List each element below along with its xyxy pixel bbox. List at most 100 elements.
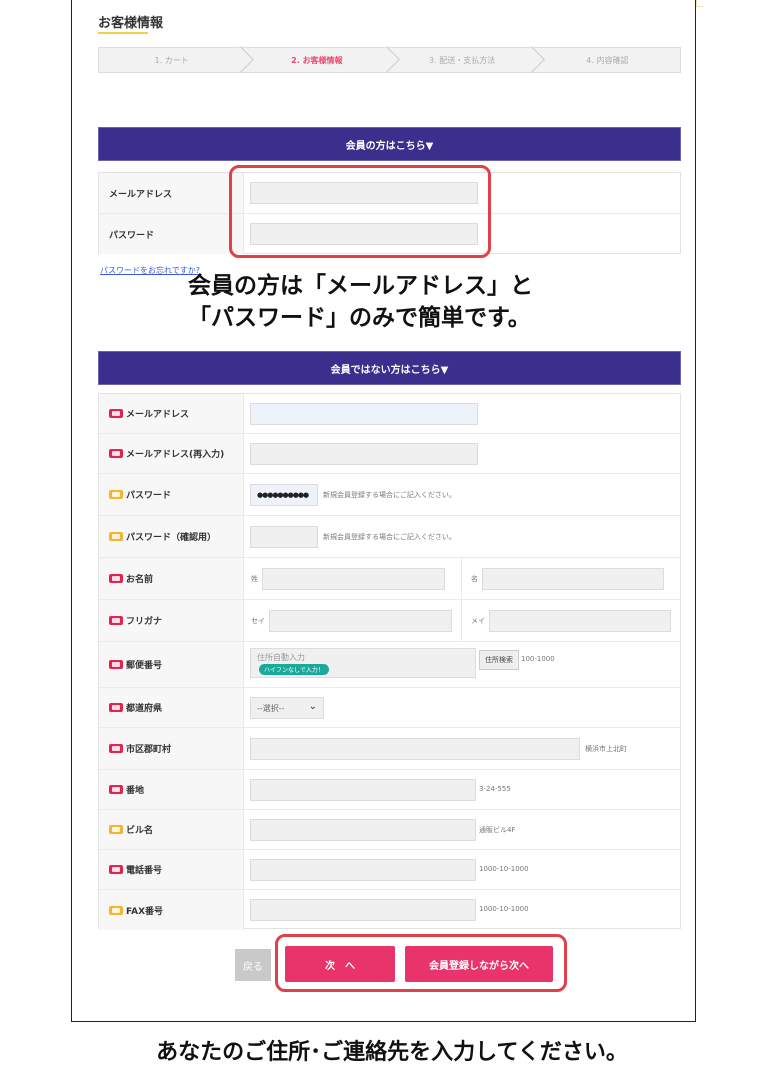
guest-building-label: ビル名: [99, 810, 244, 849]
guest-kana-label: フリガナ: [99, 600, 244, 641]
required-icon: [109, 449, 123, 458]
last-name-input[interactable]: [262, 568, 445, 590]
guest-prefecture-row: 都道府県 --選択-- ⌄: [99, 688, 680, 728]
guest-name-label: お名前: [99, 558, 244, 599]
guest-section-heading[interactable]: 会員ではない方はこちら▼: [98, 351, 681, 385]
city-value: 横浜市上北町: [585, 745, 627, 753]
step-label: 3. 配送・支払方法: [429, 55, 496, 65]
last-name-kana-input[interactable]: [269, 610, 452, 632]
row-label-text: パスワード（確認用）: [126, 533, 217, 543]
guest-password-confirm-label: パスワード（確認用）: [99, 516, 244, 557]
required-icon: [109, 744, 123, 753]
guest-email-label: メールアドレス: [99, 394, 244, 433]
optional-icon: [109, 532, 123, 541]
guest-prefecture-label: 都道府県: [99, 688, 244, 727]
first-name-label: 名: [471, 575, 478, 583]
bottom-caption: あなたのご住所･ご連絡先を入力してください。: [156, 1040, 628, 1065]
step-confirm: 4. 内容確認: [535, 48, 680, 72]
step-cart: 1. カート: [99, 46, 255, 73]
required-icon: [109, 865, 123, 874]
guest-password-label: パスワード: [99, 474, 244, 515]
row-label-text: 郵便番号: [126, 661, 163, 671]
member-fields-highlight: [229, 165, 491, 258]
row-label-text: FAX番号: [126, 906, 164, 917]
row-label-text: お名前: [126, 575, 154, 585]
guest-email-input[interactable]: [250, 403, 478, 425]
corner-decoration: [696, 0, 703, 7]
fax-input[interactable]: [250, 899, 476, 921]
row-label-text: メールアドレス(再入力): [126, 450, 225, 460]
address-input[interactable]: [250, 779, 476, 801]
step-customer-info: 2. お客様情報: [244, 46, 400, 73]
required-icon: [109, 785, 123, 794]
guest-password-hint: 新規会員登録する場合にご記入ください。: [323, 491, 456, 499]
member-password-label: パスワード: [99, 214, 244, 254]
guest-phone-row: 電話番号 1000-10-1000: [99, 850, 680, 890]
row-label-text: パスワード: [126, 491, 172, 501]
select-value: --選択--: [257, 703, 285, 713]
building-value: 通販ビル4F: [479, 826, 516, 834]
optional-icon: [109, 825, 123, 834]
phone-value: 1000-10-1000: [479, 865, 529, 873]
title-underline: [98, 32, 148, 34]
guest-fax-label: FAX番号: [99, 890, 244, 930]
optional-icon: [109, 490, 123, 499]
row-label-text: 都道府県: [126, 704, 163, 714]
guest-password-row: パスワード ●●●●●●●●●● 新規会員登録する場合にご記入ください。: [99, 474, 680, 516]
hyphen-hint-badge: ハイフンなしで入力！: [259, 664, 329, 675]
address-value: 3-24-555: [479, 785, 511, 793]
guest-phone-label: 電話番号: [99, 850, 244, 889]
guest-postal-row: 郵便番号 住所自動入力 ハイフンなしで入力！ 住所検索 100-1000: [99, 642, 680, 688]
guest-address-row: 番地 3-24-555: [99, 770, 680, 810]
last-name-kana-label: セイ: [251, 617, 265, 625]
guest-password-confirm-input[interactable]: [250, 526, 318, 548]
guest-fax-row: FAX番号 1000-10-1000: [99, 890, 680, 930]
guest-form: メールアドレス メールアドレス(再入力) パスワード ●●●●●●●●●● 新規…: [98, 393, 681, 930]
chevron-down-icon: ⌄: [308, 701, 317, 712]
guest-email-row: メールアドレス: [99, 394, 680, 434]
step-shipping-payment: 3. 配送・支払方法: [390, 46, 545, 73]
step-label: 4. 内容確認: [586, 55, 629, 65]
row-label-text: メールアドレス: [126, 410, 190, 420]
guest-address-label: 番地: [99, 770, 244, 809]
guest-postal-label: 郵便番号: [99, 642, 244, 687]
first-name-kana-label: メイ: [471, 617, 485, 625]
guest-password-confirm-hint: 新規会員登録する場合にご記入ください。: [323, 533, 456, 541]
city-input[interactable]: [250, 738, 580, 760]
annotation-text: 会員の方は「メールアドレス」と 「パスワード」のみで簡単です。: [188, 270, 533, 334]
row-label-text: フリガナ: [126, 617, 163, 627]
required-icon: [109, 703, 123, 712]
member-section-heading[interactable]: 会員の方はこちら▼: [98, 127, 681, 161]
required-icon: [109, 616, 123, 625]
guest-password-input[interactable]: ●●●●●●●●●●: [250, 484, 318, 506]
column-divider: [461, 600, 462, 642]
annotation-line-2: 「パスワード」のみで簡単です。: [188, 305, 531, 331]
fax-value: 1000-10-1000: [479, 905, 529, 913]
step-label: 2. お客様情報: [291, 55, 343, 65]
guest-kana-row: フリガナ セイ メイ: [99, 600, 680, 642]
phone-input[interactable]: [250, 859, 476, 881]
required-icon: [109, 660, 123, 669]
guest-password-confirm-row: パスワード（確認用） 新規会員登録する場合にご記入ください。: [99, 516, 680, 558]
required-icon: [109, 409, 123, 418]
last-name-label: 姓: [251, 575, 258, 583]
required-icon: [109, 574, 123, 583]
forgot-password-link[interactable]: パスワードをお忘れですか?: [100, 265, 200, 276]
step-label: 1. カート: [154, 55, 189, 65]
guest-email-confirm-row: メールアドレス(再入力): [99, 434, 680, 474]
column-divider: [461, 558, 462, 600]
guest-email-confirm-input[interactable]: [250, 443, 478, 465]
page-title: お客様情報: [98, 16, 164, 31]
back-button[interactable]: 戻る: [235, 949, 271, 981]
building-input[interactable]: [250, 819, 476, 841]
member-email-label: メールアドレス: [99, 173, 244, 213]
row-label-text: 番地: [126, 786, 145, 796]
row-label-text: 市区郡町村: [126, 745, 172, 755]
first-name-kana-input[interactable]: [489, 610, 671, 632]
row-label-text: 電話番号: [126, 866, 163, 876]
address-search-button[interactable]: 住所検索: [479, 650, 519, 670]
first-name-input[interactable]: [482, 568, 664, 590]
checkout-steps: 1. カート 2. お客様情報 3. 配送・支払方法 4. 内容確認: [98, 46, 681, 73]
prefecture-select[interactable]: --選択-- ⌄: [250, 697, 324, 719]
guest-city-label: 市区郡町村: [99, 728, 244, 769]
